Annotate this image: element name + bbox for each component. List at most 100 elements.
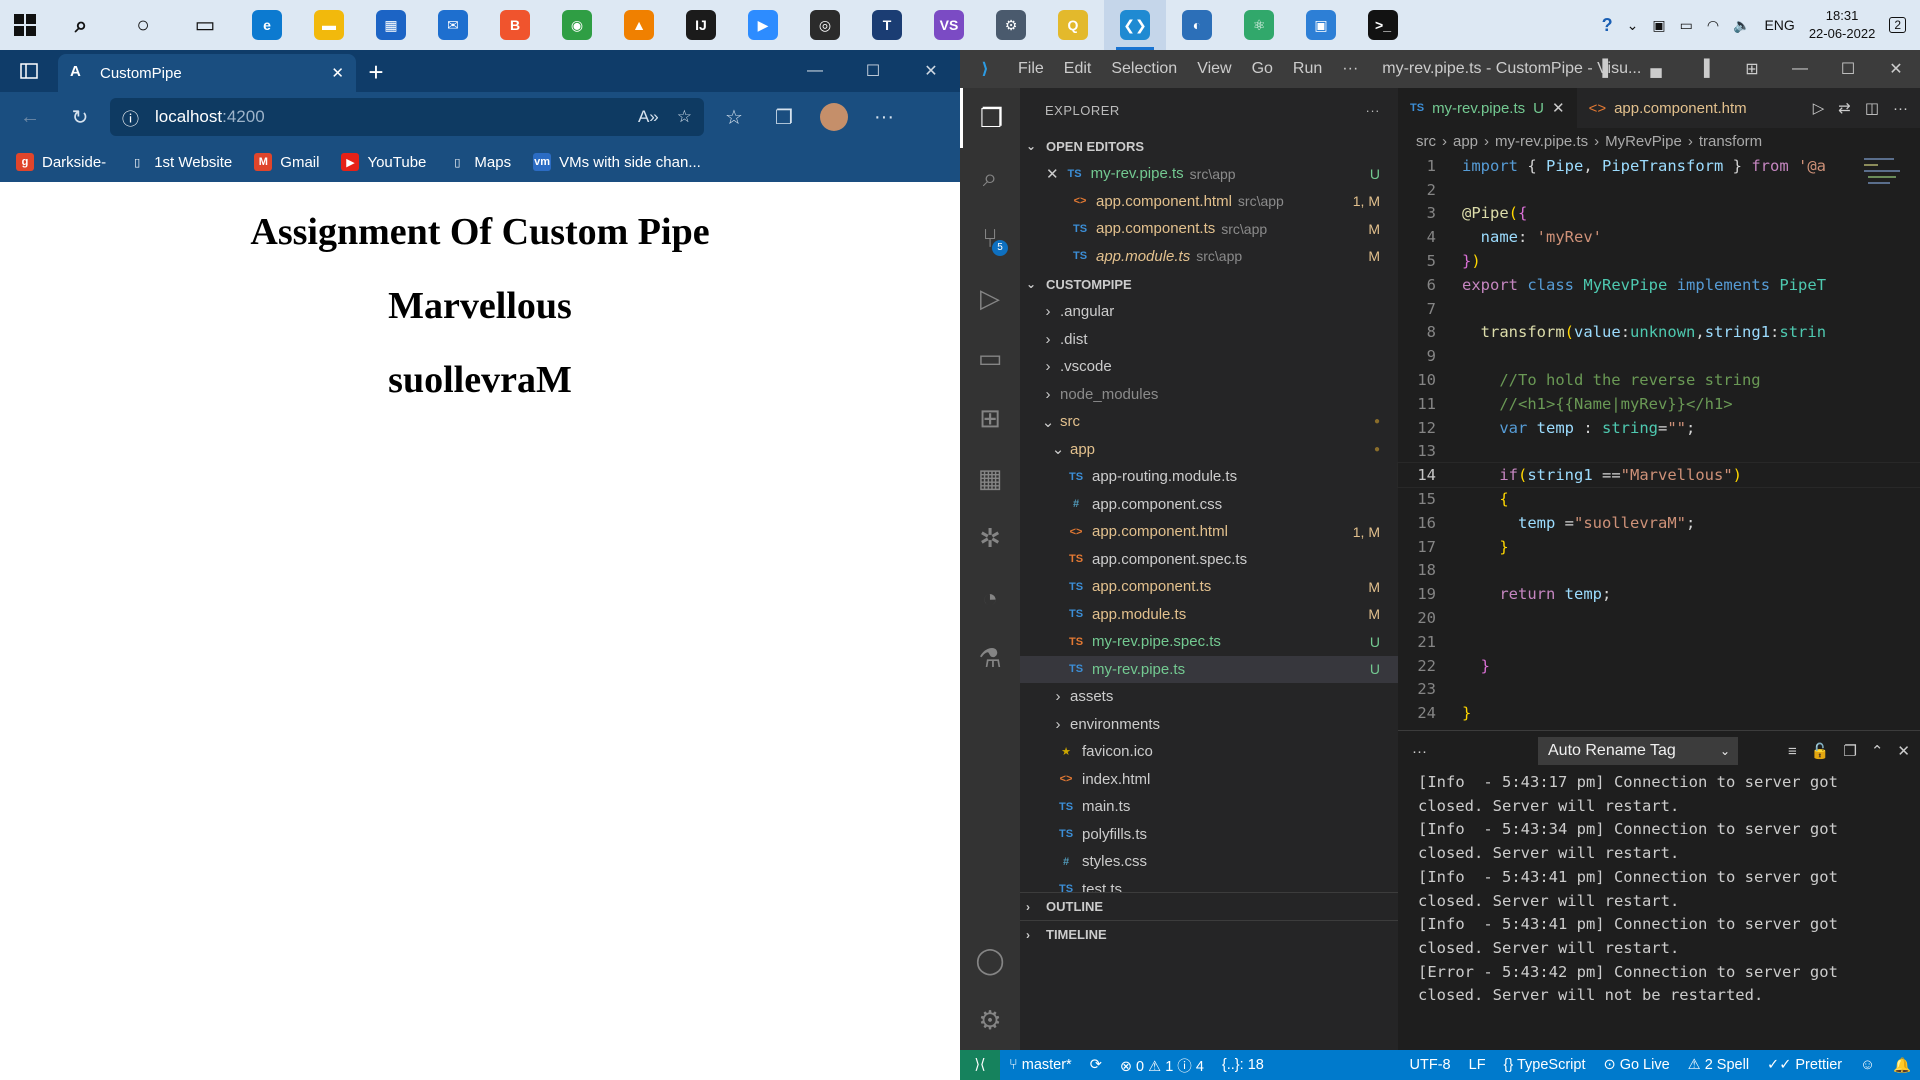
tree-folder[interactable]: › environments xyxy=(1020,711,1398,739)
search-icon[interactable]: ⌕ xyxy=(960,148,1020,208)
open-editor-item[interactable]: TS app.module.ts src\app M xyxy=(1020,243,1398,271)
taskbar-app-t-app[interactable]: T xyxy=(856,0,918,50)
browser-tab-active[interactable]: A CustomPipe ✕ xyxy=(58,54,356,92)
tree-folder[interactable]: › .angular xyxy=(1020,298,1398,326)
explorer-icon[interactable]: ❐ xyxy=(960,88,1020,148)
minimize-icon[interactable]: — xyxy=(1776,60,1824,78)
explorer-more-icon[interactable]: ··· xyxy=(1366,103,1381,118)
chevron-up-icon[interactable]: ⌄ xyxy=(1627,17,1639,34)
taskbar-app-cortana[interactable]: ○ xyxy=(112,0,174,50)
close-tab-icon[interactable]: ✕ xyxy=(331,64,344,82)
tree-file[interactable]: TS app-routing.module.ts xyxy=(1020,463,1398,491)
taskbar-app-photos[interactable]: ▣ xyxy=(1290,0,1352,50)
timeline-header[interactable]: › TIMELINE xyxy=(1020,920,1398,948)
menu-edit[interactable]: Edit xyxy=(1054,60,1102,78)
eol[interactable]: LF xyxy=(1460,1057,1495,1073)
tree-folder[interactable]: › node_modules xyxy=(1020,381,1398,409)
taskbar-app-visual-studio[interactable]: VS xyxy=(918,0,980,50)
more-icon[interactable]: ··· xyxy=(864,97,904,137)
tree-folder[interactable]: › .dist xyxy=(1020,326,1398,354)
toggle-secondary-icon[interactable]: ▐ xyxy=(1680,60,1728,78)
clear-output-icon[interactable]: ≡ xyxy=(1788,743,1797,760)
battery-icon[interactable]: ▭ xyxy=(1680,17,1693,34)
taskbar-app-terminal[interactable]: >_ xyxy=(1352,0,1414,50)
tree-folder[interactable]: ⌄ app ● xyxy=(1020,436,1398,464)
bracket-info[interactable]: {..}: 18 xyxy=(1213,1057,1273,1073)
notifications-icon[interactable]: 2 xyxy=(1889,17,1906,33)
favorite-link[interactable]: ▶ YouTube xyxy=(341,153,426,171)
git-branch[interactable]: ⑂ master* xyxy=(1000,1057,1081,1073)
outline-header[interactable]: › OUTLINE xyxy=(1020,892,1398,920)
tree-file[interactable]: TS my-rev.pipe.spec.ts U xyxy=(1020,628,1398,656)
code-view[interactable]: 1 import { Pipe, PipeTransform } from '@a… xyxy=(1397,154,1920,725)
close-window-icon[interactable]: ✕ xyxy=(1872,59,1920,79)
docker-icon[interactable]: ▦ xyxy=(960,448,1020,508)
tree-folder[interactable]: › .vscode xyxy=(1020,353,1398,381)
taskbar-app-zoom[interactable]: ▶ xyxy=(732,0,794,50)
menu-more-icon[interactable]: ··· xyxy=(1332,60,1368,78)
panel-more-icon[interactable]: ··· xyxy=(1412,743,1427,760)
taskbar-app-atom[interactable]: ⚛ xyxy=(1228,0,1290,50)
testing-icon[interactable]: ⚗ xyxy=(960,628,1020,688)
spell-check[interactable]: ⚠ 2 Spell xyxy=(1679,1057,1758,1073)
tree-file[interactable]: TS app.component.ts M xyxy=(1020,573,1398,601)
info-icon[interactable]: ⓘ xyxy=(122,105,139,130)
device-icon[interactable]: ▣ xyxy=(1652,17,1665,34)
run-debug-icon[interactable]: ▷ xyxy=(960,268,1020,328)
compare-icon[interactable]: ⇄ xyxy=(1838,99,1851,117)
open-editors-header[interactable]: ⌄ OPEN EDITORS xyxy=(1020,132,1398,160)
tree-file[interactable]: TS app.component.spec.ts xyxy=(1020,546,1398,574)
clock[interactable]: 18:31 22-06-2022 xyxy=(1809,7,1876,43)
tab-actions-icon[interactable] xyxy=(0,50,58,92)
go-live-button[interactable]: ⊙ Go Live xyxy=(1595,1057,1679,1073)
add-favorite-icon[interactable]: ☆ xyxy=(677,107,692,127)
edge-devtools-icon[interactable]: ◔ xyxy=(960,568,1020,628)
tree-file[interactable]: <> app.component.html 1, M xyxy=(1020,518,1398,546)
tree-file[interactable]: TS test.ts xyxy=(1020,876,1398,892)
copy-icon[interactable]: ❐ xyxy=(1843,742,1856,760)
taskbar-app-vlc[interactable]: ▲ xyxy=(608,0,670,50)
notifications-bell-icon[interactable]: 🔔 xyxy=(1884,1057,1920,1074)
extensions-icon[interactable]: ⊞ xyxy=(960,388,1020,448)
breadcrumb-item[interactable]: my-rev.pipe.ts xyxy=(1495,133,1588,150)
close-window-icon[interactable]: ✕ xyxy=(902,50,960,92)
menu-run[interactable]: Run xyxy=(1283,60,1332,78)
breadcrumb-item[interactable]: MyRevPipe xyxy=(1605,133,1682,150)
help-icon[interactable]: ? xyxy=(1602,15,1613,36)
menu-view[interactable]: View xyxy=(1187,60,1241,78)
language-mode[interactable]: {} TypeScript xyxy=(1495,1057,1595,1073)
taskbar-app-search[interactable]: ⌕ xyxy=(50,0,112,50)
tree-file[interactable]: ★ favicon.ico xyxy=(1020,738,1398,766)
profile-avatar[interactable] xyxy=(814,97,854,137)
favorite-link[interactable]: ▯ 1st Website xyxy=(128,153,232,171)
back-icon[interactable]: ← xyxy=(10,97,50,137)
close-editor-icon[interactable]: ✕ xyxy=(1046,165,1059,183)
sync-icon[interactable]: ⟳ xyxy=(1081,1057,1111,1073)
tree-file[interactable]: <> index.html xyxy=(1020,766,1398,794)
windows-start-icon[interactable] xyxy=(0,0,50,50)
prettier[interactable]: ✓✓ Prettier xyxy=(1758,1057,1851,1073)
breadcrumb-item[interactable]: app xyxy=(1453,133,1478,150)
output-channel-select[interactable]: Auto Rename Tag ⌄ xyxy=(1538,737,1738,765)
problems-indicator[interactable]: ⊗ 0 ⚠ 1 ⓘ 4 xyxy=(1111,1055,1213,1076)
taskbar-app-edge[interactable]: e xyxy=(236,0,298,50)
split-editor-icon[interactable]: ◫ xyxy=(1865,99,1879,117)
maximize-icon[interactable]: ☐ xyxy=(844,50,902,92)
tree-file[interactable]: # app.component.css xyxy=(1020,491,1398,519)
taskbar-app-qt[interactable]: Q xyxy=(1042,0,1104,50)
tree-file[interactable]: TS app.module.ts M xyxy=(1020,601,1398,629)
remote-indicator-icon[interactable]: ⟩⟨ xyxy=(960,1050,1000,1080)
open-editor-item[interactable]: <> app.component.html src\app 1, M xyxy=(1020,188,1398,216)
tree-file[interactable]: TS polyfills.ts xyxy=(1020,821,1398,849)
address-bar[interactable]: ⓘ localhost:4200 A» ☆ xyxy=(110,98,704,136)
remote-explorer-icon[interactable]: ▭ xyxy=(960,328,1020,388)
minimize-icon[interactable]: — xyxy=(786,50,844,92)
favorite-link[interactable]: g Darkside- xyxy=(16,153,106,171)
customize-layout-icon[interactable]: ⊞ xyxy=(1728,59,1776,79)
taskbar-app-task-view[interactable]: ▭ xyxy=(174,0,236,50)
tree-file[interactable]: TS main.ts xyxy=(1020,793,1398,821)
breadcrumb-item[interactable]: transform xyxy=(1699,133,1762,150)
taskbar-app-app-blue[interactable]: ◐ xyxy=(1166,0,1228,50)
open-editor-item[interactable]: TS app.component.ts src\app M xyxy=(1020,215,1398,243)
taskbar-app-vscode[interactable]: ❮❯ xyxy=(1104,0,1166,50)
